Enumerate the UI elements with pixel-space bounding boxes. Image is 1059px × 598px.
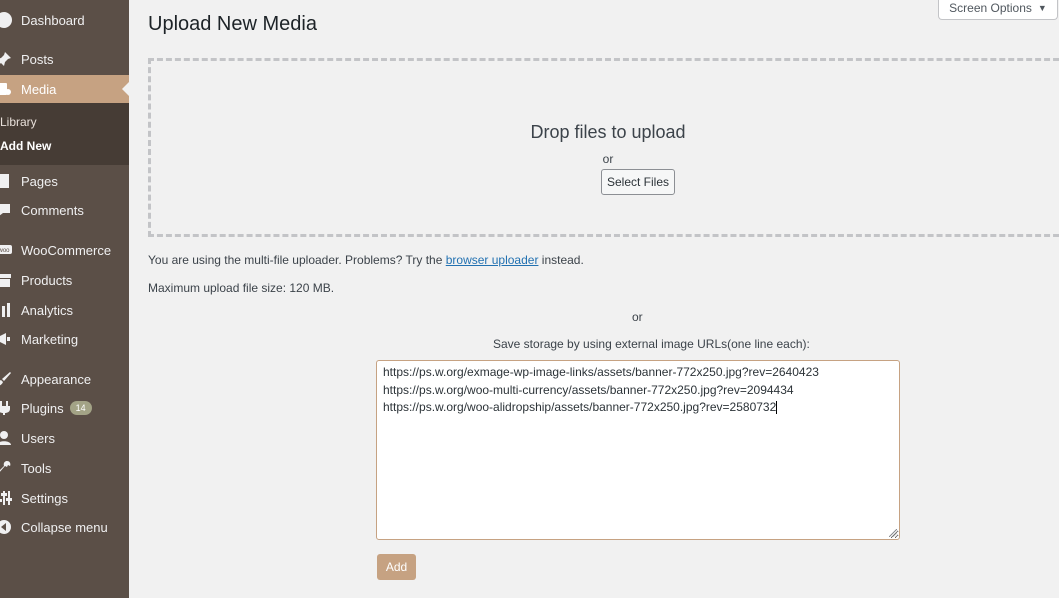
sidebar-item-label: Dashboard (21, 12, 85, 28)
sliders-icon (0, 490, 12, 506)
sidebar-item-marketing[interactable]: Marketing (0, 326, 129, 352)
max-upload-size-text: Maximum upload file size: 120 MB. (148, 281, 335, 295)
sidebar-item-users[interactable]: Users (0, 425, 129, 451)
sidebar-item-label: Comments (21, 202, 84, 218)
file-drop-zone[interactable]: Drop files to upload or Select Files (148, 58, 1059, 237)
media-submenu: Library Add New (0, 103, 129, 165)
screen-options-button[interactable]: Screen Options ▼ (938, 0, 1058, 20)
url-line: https://ps.w.org/exmage-wp-image-links/a… (383, 365, 819, 379)
brush-icon (0, 371, 12, 387)
resize-handle-icon[interactable] (889, 529, 897, 537)
page-title: Upload New Media (148, 13, 317, 35)
sidebar-item-products[interactable]: Products (0, 267, 129, 293)
sidebar-item-label: Appearance (21, 371, 92, 387)
sidebar-item-label: Pages (21, 173, 58, 189)
page-icon (0, 173, 12, 189)
external-urls-label: Save storage by using external image URL… (493, 337, 810, 351)
url-line-text: https://ps.w.org/woo-alidropship/assets/… (383, 400, 777, 414)
external-urls-textarea[interactable]: https://ps.w.org/exmage-wp-image-links/a… (376, 360, 900, 540)
browser-uploader-link[interactable]: browser uploader (446, 253, 539, 267)
dashboard-icon (0, 12, 12, 28)
sidebar-item-label: Media (21, 81, 57, 97)
pushpin-icon (0, 51, 12, 67)
text-cursor (776, 401, 778, 415)
sidebar-item-label: Users (21, 430, 55, 446)
sidebar-item-posts[interactable]: Posts (0, 46, 129, 72)
sidebar-item-pages[interactable]: Pages (0, 168, 129, 194)
submenu-item-add-new[interactable]: Add New (0, 139, 51, 153)
sidebar-item-tools[interactable]: Tools (0, 455, 129, 481)
add-button[interactable]: Add (377, 554, 416, 580)
media-icon (0, 81, 12, 97)
drop-zone-title: Drop files to upload (530, 122, 686, 142)
sidebar-item-plugins[interactable]: Plugins 14 (0, 395, 129, 421)
svg-text:woo: woo (0, 248, 10, 254)
sidebar-item-label: Tools (21, 460, 52, 476)
sidebar-item-label: Analytics (21, 302, 74, 318)
comment-icon (0, 202, 12, 218)
external-or: or (632, 310, 643, 324)
sidebar-item-woocommerce[interactable]: woo WooCommerce (0, 237, 129, 263)
sidebar-item-label: WooCommerce (21, 242, 112, 258)
sidebar-item-label: Posts (21, 51, 54, 67)
sidebar-item-media[interactable]: Media (0, 75, 129, 103)
drop-zone-or: or (602, 152, 614, 166)
plugin-icon (0, 400, 12, 416)
uploader-note-suffix: instead. (538, 253, 584, 267)
user-icon (0, 430, 12, 446)
plugins-update-count-badge: 14 (69, 401, 92, 415)
caret-down-icon: ▼ (1037, 2, 1047, 13)
sidebar-item-label: Collapse menu (21, 519, 108, 535)
sidebar-item-settings[interactable]: Settings (0, 485, 129, 511)
submenu-item-library[interactable]: Library (0, 115, 37, 129)
woo-icon: woo (0, 242, 12, 258)
url-line: https://ps.w.org/woo-alidropship/assets/… (383, 399, 893, 417)
archive-icon (0, 272, 12, 288)
megaphone-icon (0, 331, 12, 347)
uploader-note: You are using the multi-file uploader. P… (148, 253, 584, 267)
sidebar-item-comments[interactable]: Comments (0, 197, 129, 223)
sidebar-item-label: Settings (21, 490, 68, 506)
url-line: https://ps.w.org/woo-multi-currency/asse… (383, 382, 794, 397)
collapse-icon (0, 519, 12, 535)
uploader-note-prefix: You are using the multi-file uploader. P… (148, 253, 446, 267)
admin-sidebar: Library Add New Dashboard Posts Media Pa… (0, 0, 129, 598)
chart-bars-icon (0, 302, 12, 318)
screen-options-label: Screen Options (949, 0, 1032, 15)
sidebar-item-label: Plugins (21, 400, 64, 416)
select-files-button[interactable]: Select Files (601, 169, 675, 195)
sidebar-item-dashboard[interactable]: Dashboard (0, 7, 129, 33)
collapse-menu-button[interactable]: Collapse menu (0, 514, 129, 540)
sidebar-item-appearance[interactable]: Appearance (0, 366, 129, 392)
wrench-icon (0, 460, 12, 476)
sidebar-item-analytics[interactable]: Analytics (0, 297, 129, 323)
sidebar-item-label: Products (21, 272, 73, 288)
sidebar-item-label: Marketing (21, 331, 79, 347)
